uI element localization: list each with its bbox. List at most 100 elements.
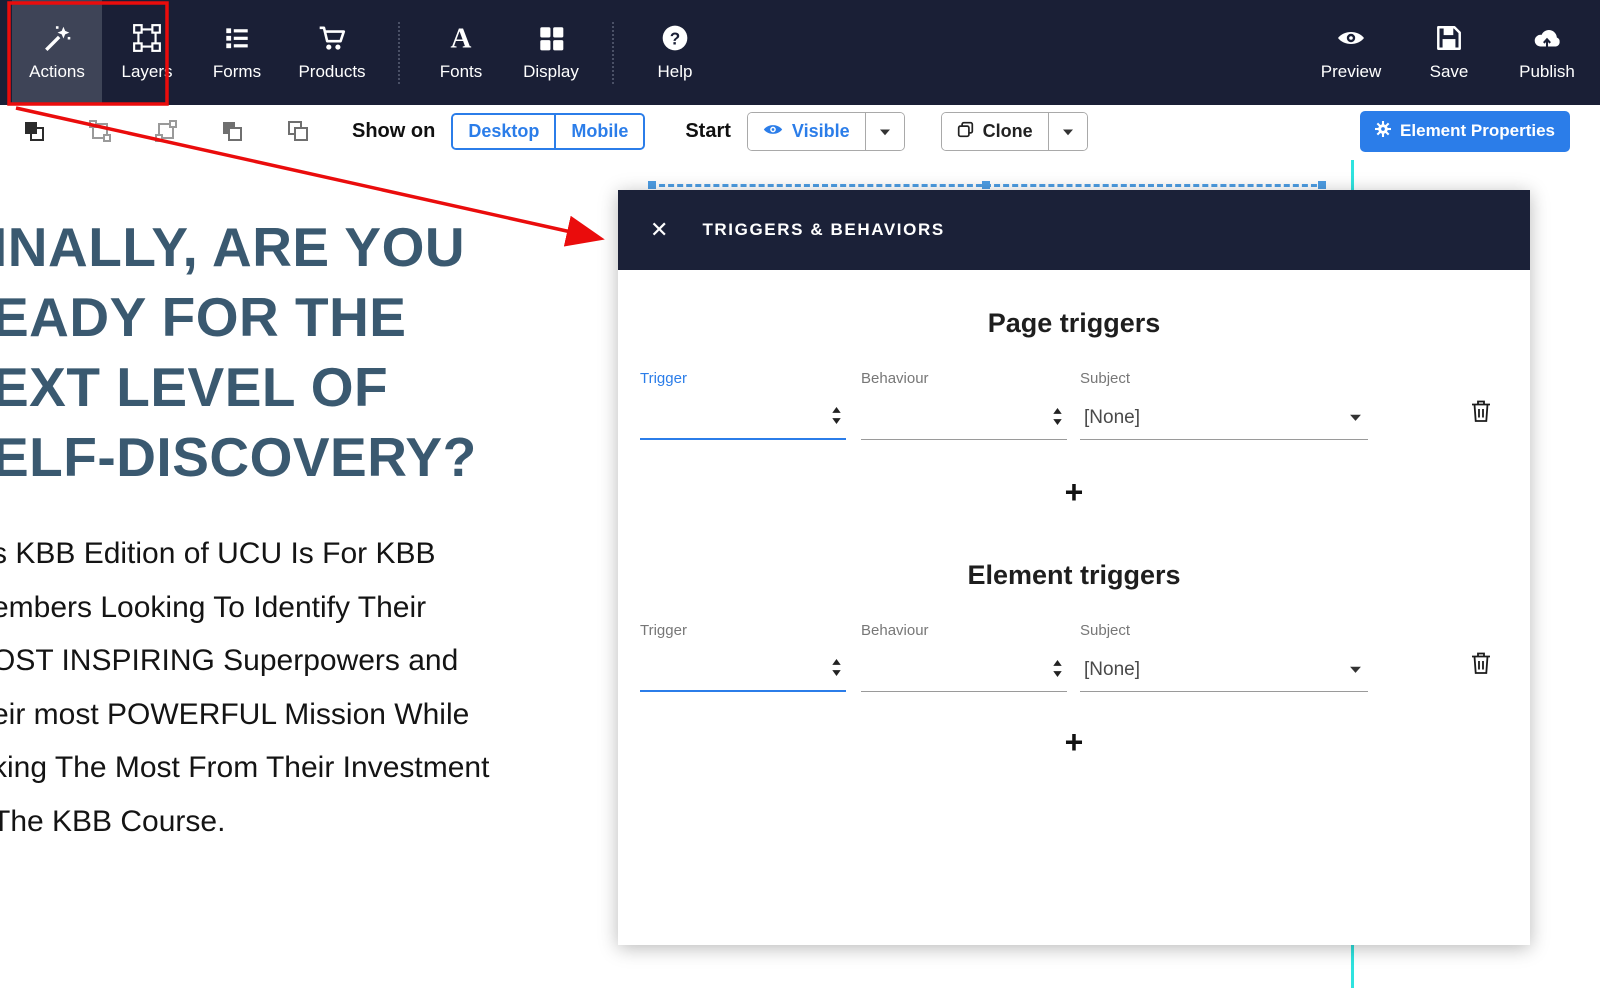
clone-dropdown: Clone [940,111,1088,151]
element-trigger-select[interactable] [640,648,846,692]
heading-line: EXT LEVEL OF [0,356,389,418]
delete-page-trigger-button[interactable] [1468,398,1494,426]
page-triggers-heading: Page triggers [987,308,1161,338]
chevron-down-icon [1349,410,1362,425]
behaviour-label: Behaviour [861,622,929,639]
mobile-toggle-button[interactable]: Mobile [554,114,644,148]
topbar-item-actions[interactable]: Actions [12,0,102,105]
page-behaviour-select[interactable] [861,396,1067,440]
topbar-item-label: Fonts [439,62,483,81]
secondary-toolbar: Show on Desktop Mobile Start Visible Clo… [0,105,1600,157]
spinner-arrows-icon [831,658,842,680]
subject-value: [None] [1084,658,1140,680]
start-label: Start [685,119,731,142]
topbar-item-label: Preview [1320,62,1382,81]
top-toolbar: Actions Layers Forms Products A Fonts Di… [0,0,1600,105]
triggers-behaviors-modal: ✕ TRIGGERS & BEHAVIORS Page triggers Tri… [618,190,1530,945]
modal-body: Page triggers Trigger Behaviour Subject … [618,270,1530,945]
subject-label: Subject [1080,622,1131,639]
selection-ungroup-icon[interactable] [154,119,178,143]
topbar-item-save[interactable]: Save [1400,0,1498,105]
svg-text:?: ? [670,28,680,48]
arrange-tools [0,119,310,143]
svg-text:A: A [451,23,472,53]
paragraph-line: embers Looking To Identify Their [0,590,427,624]
bring-forward-icon[interactable] [220,119,244,143]
shopping-cart-icon [317,23,347,53]
copy-icon [957,121,974,141]
topbar-item-display[interactable]: Display [506,0,596,105]
topbar-item-layers[interactable]: Layers [102,0,192,105]
selection-handle[interactable] [1318,181,1326,189]
floppy-save-icon [1434,23,1464,53]
topbar-item-label: Forms [212,62,262,81]
clone-caret-button[interactable] [1047,112,1087,150]
topbar-item-label: Actions [29,62,85,81]
paragraph-line: OST INSPIRING Superpowers and [0,644,459,677]
page-subject-select[interactable]: [None] [1080,396,1368,440]
send-backward-icon[interactable] [286,119,310,143]
topbar-item-label: Publish [1519,62,1575,81]
element-triggers-heading: Element triggers [967,560,1181,590]
visibility-value-button[interactable]: Visible [747,112,865,150]
trash-icon [1469,652,1493,679]
selection-handle[interactable] [648,181,656,189]
trash-icon [1469,400,1493,427]
page-trigger-select[interactable] [640,396,846,440]
toolbar-divider [612,21,614,84]
close-icon[interactable]: ✕ [650,219,668,241]
toolbar-divider [398,21,400,84]
trigger-label: Trigger [640,370,687,387]
magic-wand-icon [42,23,72,53]
element-properties-button[interactable]: Element Properties [1360,110,1570,152]
device-toggle: Desktop Mobile [451,112,646,150]
selection-handle[interactable] [982,181,990,189]
topbar-item-products[interactable]: Products [282,0,382,105]
bring-to-front-icon[interactable] [22,119,46,143]
selection-group-icon[interactable] [88,119,112,143]
topbar-item-label: Products [298,62,366,81]
grid-display-icon [536,23,566,53]
spinner-arrows-icon [831,406,842,428]
clone-button[interactable]: Clone [941,112,1048,150]
heading-line: INALLY, ARE YOU [0,216,466,278]
topbar-item-help[interactable]: ? Help [630,0,720,105]
eye-icon [763,122,783,140]
topbar-item-label: Display [523,62,579,81]
paragraph-line: eir most POWERFUL Mission While [0,697,470,731]
paragraph-line: The KBB Course. [0,804,226,838]
gear-icon [1375,120,1392,142]
topbar-item-fonts[interactable]: A Fonts [416,0,506,105]
spinner-arrows-icon [1052,407,1063,429]
question-circle-icon: ? [660,23,690,53]
topbar-item-preview[interactable]: Preview [1302,0,1400,105]
topbar-item-label: Save [1429,62,1469,81]
visibility-label: Visible [791,120,850,141]
paragraph-line: king The Most From Their Investment [0,751,490,784]
letter-a-icon: A [446,23,476,53]
visibility-dropdown: Visible [746,111,905,151]
desktop-toggle-button[interactable]: Desktop [453,114,555,148]
topbar-item-forms[interactable]: Forms [192,0,282,105]
element-subject-select[interactable]: [None] [1080,648,1368,692]
element-properties-label: Element Properties [1400,121,1555,140]
add-element-trigger-button[interactable]: + [1065,726,1084,758]
modal-header: ✕ TRIGGERS & BEHAVIORS [618,190,1530,270]
element-behaviour-select[interactable] [861,648,1067,692]
subject-label: Subject [1080,370,1131,387]
cloud-upload-icon [1532,23,1562,53]
chevron-down-icon [1349,662,1362,677]
spinner-arrows-icon [1052,659,1063,681]
delete-element-trigger-button[interactable] [1468,650,1494,678]
add-page-trigger-button[interactable]: + [1065,476,1084,508]
modal-title: TRIGGERS & BEHAVIORS [702,220,945,239]
clone-label: Clone [982,120,1033,141]
visibility-caret-button[interactable] [864,112,904,150]
topbar-item-label: Layers [121,62,173,81]
list-forms-icon [222,23,252,53]
chevron-down-icon [1062,124,1074,139]
heading-line: EADY FOR THE [0,286,407,348]
page-root: Actions Layers Forms Products A Fonts Di… [0,0,1600,990]
topbar-item-publish[interactable]: Publish [1498,0,1596,105]
topbar-right-group: Preview Save Publish [1302,0,1600,105]
